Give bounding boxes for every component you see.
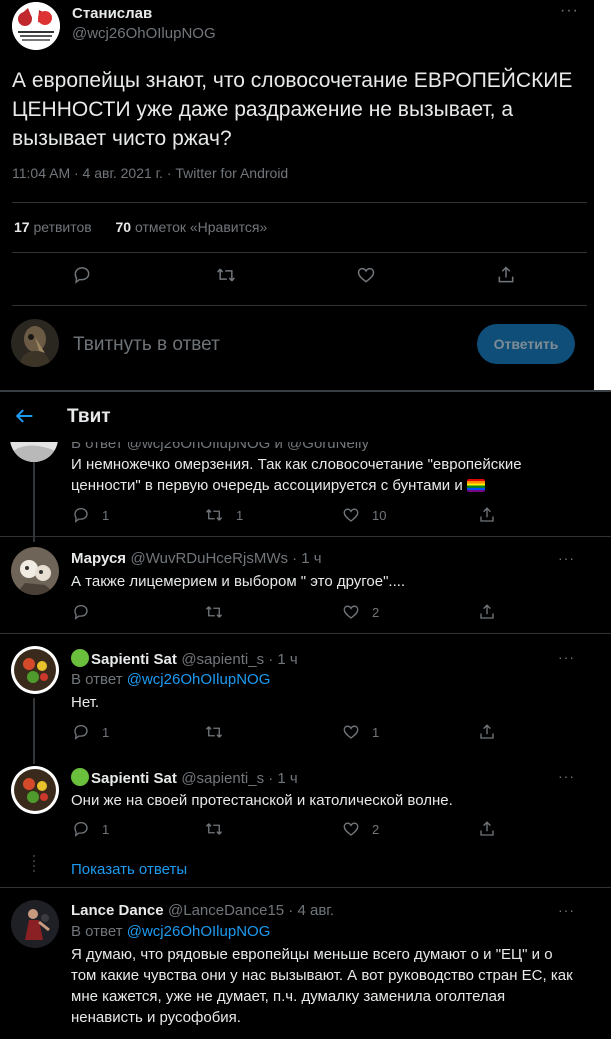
retweet-icon[interactable] <box>205 506 223 524</box>
reply-text: Они же на своей протестанской и католиче… <box>71 792 453 809</box>
retweet-icon[interactable] <box>205 723 223 741</box>
retweet-icon[interactable] <box>205 820 223 838</box>
back-arrow-icon[interactable] <box>14 405 36 427</box>
share-icon[interactable] <box>478 820 496 838</box>
retweets-label[interactable]: ретвитов <box>33 219 91 235</box>
divider <box>12 202 587 203</box>
more-options-icon[interactable]: ··· <box>558 902 575 918</box>
replying-to[interactable]: В ответ @wcj26OhOIlupNOG и @GoruNelly <box>71 442 369 452</box>
reply-text: И немножечко омерзения. Так как словосоч… <box>71 456 522 494</box>
more-options-icon[interactable]: ··· <box>560 2 579 20</box>
like-count: 1 <box>372 725 380 740</box>
more-options-icon[interactable]: ··· <box>558 768 575 784</box>
reply-text: Я думаю, что рядовые европейцы меньше вс… <box>71 946 573 1026</box>
reply-count: 1 <box>102 508 110 523</box>
author-handle[interactable]: @sapienti_s · 1 ч <box>181 770 297 787</box>
like-icon[interactable] <box>342 820 360 838</box>
like-icon[interactable] <box>342 723 360 741</box>
reply-icon[interactable] <box>72 265 92 285</box>
reply-tweet[interactable]: В ответ @wcj26OhOIlupNOG и @GoruNelly И … <box>0 442 611 542</box>
reply-header: Маруся @WuvRDuHceRjsMWs · 1 ч <box>71 550 322 568</box>
retweets-count[interactable]: 17 <box>14 219 30 235</box>
more-options-icon[interactable]: ··· <box>558 550 575 566</box>
divider <box>0 633 611 634</box>
likes-label[interactable]: отметок «Нравится» <box>135 219 267 235</box>
thread-line <box>33 462 35 542</box>
thread-line <box>33 698 35 764</box>
page-title: Твит <box>67 406 111 427</box>
author-handle[interactable]: @LanceDance15 · 4 авг. <box>168 902 334 919</box>
author-handle[interactable]: @WuvRDuHceRjsMWs · 1 ч <box>131 550 322 567</box>
green-circle-icon <box>71 649 89 667</box>
share-icon[interactable] <box>478 603 496 621</box>
current-user-avatar[interactable] <box>11 319 59 367</box>
divider <box>12 252 587 253</box>
like-icon[interactable] <box>342 603 360 621</box>
like-icon[interactable] <box>356 265 376 285</box>
replying-to: В ответ @wcj26OhOIlupNOG <box>71 923 271 940</box>
reply-header: Sapienti Sat @sapienti_s · 1 ч <box>71 649 298 669</box>
window-edge <box>594 0 611 390</box>
reply-count: 1 <box>102 725 110 740</box>
green-circle-icon <box>71 768 89 786</box>
like-count: 2 <box>372 605 380 620</box>
tweet-stats: 17 ретвитов 70 отметок «Нравится» <box>14 219 267 235</box>
reply-icon[interactable] <box>72 820 90 838</box>
reply-icon[interactable] <box>72 506 90 524</box>
author-name[interactable]: Lance Dance <box>71 902 164 919</box>
reply-header: Sapienti Sat @sapienti_s · 1 ч <box>71 768 298 788</box>
divider <box>0 536 611 537</box>
tweet-timestamp[interactable]: 11:04 AM · 4 авг. 2021 г. · Twitter for … <box>12 165 288 181</box>
replying-to-handle[interactable]: @wcj26OhOIlupNOG <box>127 671 271 688</box>
avatar[interactable] <box>11 547 59 595</box>
like-count: 2 <box>372 822 380 837</box>
divider <box>0 887 611 888</box>
reply-text: А также лицемерием и выбором " это друго… <box>71 573 406 590</box>
replying-to-handle[interactable]: @wcj26OhOIlupNOG <box>127 923 271 940</box>
avatar[interactable] <box>11 900 59 948</box>
more-options-icon[interactable]: ··· <box>558 649 575 665</box>
thread-continuation-dots <box>33 855 35 875</box>
share-icon[interactable] <box>496 265 516 285</box>
reply-icon[interactable] <box>72 723 90 741</box>
author-name[interactable]: Маруся <box>71 550 126 567</box>
avatar[interactable] <box>11 766 59 814</box>
reply-icon[interactable] <box>72 603 90 621</box>
rainbow-flag-icon <box>466 479 485 492</box>
divider <box>12 305 587 306</box>
author-name[interactable]: Sapienti Sat <box>91 770 177 787</box>
author-avatar[interactable] <box>12 2 60 50</box>
reply-button[interactable]: Ответить <box>477 324 575 364</box>
reply-header: Lance Dance @LanceDance15 · 4 авг. <box>71 902 334 920</box>
author-handle[interactable]: @sapienti_s · 1 ч <box>181 651 297 668</box>
avatar[interactable] <box>11 646 59 694</box>
tweet-text: А европейцы знают, что словосочетание ЕВ… <box>12 69 573 150</box>
retweet-icon[interactable] <box>205 603 223 621</box>
focused-tweet: Станислав @wcj26OhOIlupNOG ··· А европей… <box>0 0 594 388</box>
avatar[interactable] <box>10 442 58 462</box>
likes-count[interactable]: 70 <box>116 219 132 235</box>
like-count: 10 <box>372 508 387 523</box>
author-name[interactable]: Станислав <box>72 5 152 22</box>
replying-to: В ответ @wcj26OhOIlupNOG <box>71 671 271 688</box>
share-icon[interactable] <box>478 723 496 741</box>
retweet-icon[interactable] <box>216 265 236 285</box>
like-icon[interactable] <box>342 506 360 524</box>
author-name[interactable]: Sapienti Sat <box>91 651 177 668</box>
reply-input[interactable]: Твитнуть в ответ <box>73 334 220 356</box>
share-icon[interactable] <box>478 506 496 524</box>
retweet-count: 1 <box>236 508 244 523</box>
author-handle[interactable]: @wcj26OhOIlupNOG <box>72 25 216 42</box>
reply-count: 1 <box>102 822 110 837</box>
reply-text: Нет. <box>71 694 100 711</box>
show-replies-link[interactable]: Показать ответы <box>71 861 187 878</box>
